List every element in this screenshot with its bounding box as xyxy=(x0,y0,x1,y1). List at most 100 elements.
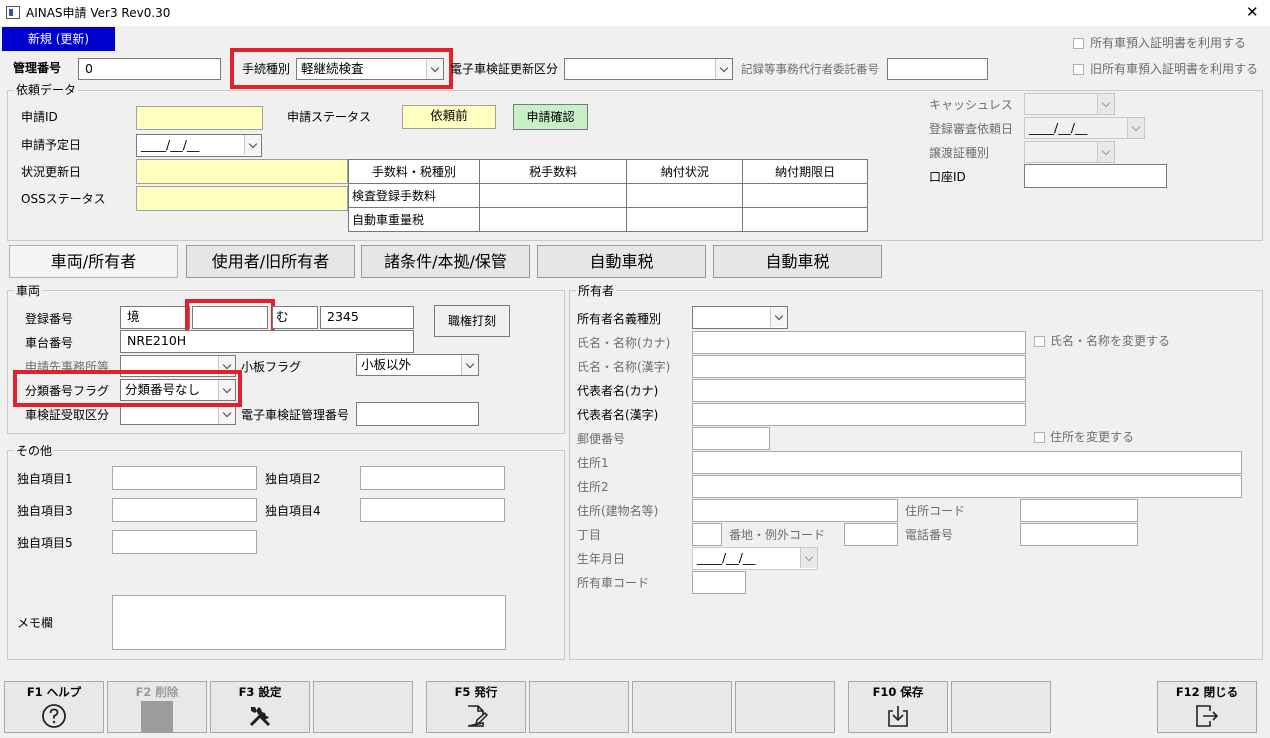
chevron-down-icon[interactable] xyxy=(800,548,817,568)
jusho2-input[interactable] xyxy=(692,475,1242,498)
f1-help-button[interactable]: F1 ヘルプ xyxy=(4,681,104,733)
jokyo-label: 状況更新日 xyxy=(21,165,82,179)
touroku-number-input[interactable]: 2345 xyxy=(320,306,414,329)
chevron-down-icon[interactable] xyxy=(218,404,235,424)
fee-cell[interactable] xyxy=(742,207,868,232)
kiroku-input[interactable] xyxy=(887,58,988,80)
dokuji-2-input[interactable] xyxy=(360,466,505,490)
checkbox-kyu-shoyusha[interactable] xyxy=(1073,64,1084,75)
f3-settings-button[interactable]: F3 設定 xyxy=(210,681,310,733)
meigi-select[interactable] xyxy=(692,306,788,329)
shoyusha-code-input[interactable] xyxy=(692,571,746,594)
chevron-down-icon[interactable] xyxy=(1097,94,1114,114)
chk-name-label: 氏名・名称を変更する xyxy=(1050,334,1171,348)
banchi-input[interactable] xyxy=(844,523,898,546)
denshi-koshin-select[interactable] xyxy=(564,58,733,80)
denshi-koshin-label: 電子車検証更新区分 xyxy=(450,62,559,76)
fee-header-cell: 手数料・税種別 xyxy=(348,159,480,184)
chevron-down-icon[interactable] xyxy=(770,307,787,327)
chevron-down-icon[interactable] xyxy=(1097,142,1114,162)
f6-button[interactable] xyxy=(529,681,629,733)
dokuji-1-input[interactable] xyxy=(112,466,257,490)
memo-label: メモ欄 xyxy=(17,616,54,630)
help-icon xyxy=(42,704,66,728)
fee-cell[interactable] xyxy=(626,183,744,208)
chevron-down-icon[interactable] xyxy=(461,355,478,375)
tourokushinsa-date[interactable]: ____/__/__ xyxy=(1024,117,1145,139)
status-label: 申請ステータス xyxy=(287,110,372,124)
chevron-down-icon[interactable] xyxy=(1127,118,1144,138)
f8-button[interactable] xyxy=(735,681,835,733)
jusho3-label: 住所(建物名等) xyxy=(577,504,659,518)
jusho3-input[interactable] xyxy=(692,499,898,522)
fee-header-cell: 税手数料 xyxy=(478,159,628,184)
shoyusha-code-label: 所有車コード xyxy=(577,576,650,590)
f3-label: F3 設定 xyxy=(238,685,282,699)
yubin-input[interactable] xyxy=(692,427,770,450)
daihyo-kanji-input[interactable] xyxy=(692,403,1026,426)
f12-close-button[interactable]: F12 閉じる xyxy=(1157,681,1257,733)
tourokushinsa-label: 登録審査依頼日 xyxy=(929,122,1014,136)
koban-select[interactable]: 小板以外 xyxy=(356,354,479,376)
tab-sharyo[interactable]: 車両/所有者 xyxy=(9,245,178,278)
checkbox-name-change[interactable] xyxy=(1034,336,1045,347)
f7-button[interactable] xyxy=(632,681,732,733)
jokyo-input[interactable] xyxy=(136,159,348,184)
yotei-date[interactable]: ____/__/__ xyxy=(136,134,262,157)
f2-label: F2 削除 xyxy=(135,685,179,699)
touroku-area-input[interactable]: 境 xyxy=(120,306,190,329)
close-icon[interactable]: ✕ xyxy=(1246,5,1259,20)
sonota-group-title: その他 xyxy=(14,444,55,458)
fee-cell[interactable] xyxy=(478,207,628,232)
daihyo-kana-label: 代表者名(カナ) xyxy=(577,384,659,398)
fee-table: 手数料・税種別 税手数料 納付状況 納付期限日 検査登録手数料 自動車重量税 xyxy=(348,159,868,232)
tab-shiyosha[interactable]: 使用者/旧所有者 xyxy=(186,245,355,278)
shinsei-id-input[interactable] xyxy=(136,106,263,130)
touroku-label: 登録番号 xyxy=(25,312,74,326)
dokuji-3-input[interactable] xyxy=(112,498,257,522)
birth-date[interactable]: ____/__/__ xyxy=(692,547,818,570)
kanri-input[interactable]: 0 xyxy=(78,58,221,80)
daihyo-kana-input[interactable] xyxy=(692,379,1026,402)
confirm-button[interactable]: 申請確認 xyxy=(513,104,588,130)
fee-cell[interactable] xyxy=(742,183,868,208)
koza-input[interactable] xyxy=(1024,164,1167,188)
kana-input[interactable] xyxy=(692,331,1026,354)
f5-issue-button[interactable]: F5 発行 xyxy=(426,681,526,733)
tel-input[interactable] xyxy=(1020,523,1138,546)
tab-jidoshazei[interactable]: 自動車税 xyxy=(537,245,706,278)
kana-label: 氏名・名称(カナ) xyxy=(577,336,671,350)
dokuji-5-input[interactable] xyxy=(112,530,257,554)
f2-delete-button[interactable]: F2 削除 xyxy=(107,681,207,733)
shadai-input[interactable]: NRE210H xyxy=(120,330,414,353)
chevron-down-icon[interactable] xyxy=(244,135,261,155)
shoyusha-group-title: 所有者 xyxy=(576,284,617,298)
shokken-button[interactable]: 職権打刻 xyxy=(434,305,510,337)
dokuji-4-input[interactable] xyxy=(360,498,505,522)
cashless-select[interactable] xyxy=(1024,93,1115,115)
tab-shojoken[interactable]: 諸条件/本拠/保管 xyxy=(361,245,530,278)
jusho-code-input[interactable] xyxy=(1020,499,1138,522)
chevron-down-icon[interactable] xyxy=(715,59,732,79)
kanji-input[interactable] xyxy=(692,355,1026,378)
fee-cell[interactable] xyxy=(478,183,628,208)
f4-button[interactable] xyxy=(313,681,413,733)
f11-button[interactable] xyxy=(951,681,1051,733)
jusho1-input[interactable] xyxy=(692,451,1242,474)
memo-textarea[interactable] xyxy=(112,595,506,650)
touroku-kana-input[interactable]: む xyxy=(272,306,318,329)
jusho1-label: 住所1 xyxy=(577,456,609,470)
chome-label: 丁目 xyxy=(577,528,602,542)
denshi-kanri-input[interactable] xyxy=(356,402,479,426)
chome-input[interactable] xyxy=(692,523,722,546)
oss-input[interactable] xyxy=(136,186,348,211)
tab-jidoshazei-2[interactable]: 自動車税 xyxy=(713,245,882,278)
daihyo-kanji-label: 代表者名(漢字) xyxy=(577,408,659,422)
dokuji-5-label: 独自項目5 xyxy=(17,536,73,550)
checkbox-shoyusha[interactable] xyxy=(1073,38,1084,49)
f10-save-button[interactable]: F10 保存 xyxy=(848,681,948,733)
denshi-kanri-label: 電子車検証管理番号 xyxy=(241,408,350,422)
jouto-select[interactable] xyxy=(1024,141,1115,163)
fee-cell[interactable] xyxy=(626,207,744,232)
checkbox-address-change[interactable] xyxy=(1034,432,1045,443)
